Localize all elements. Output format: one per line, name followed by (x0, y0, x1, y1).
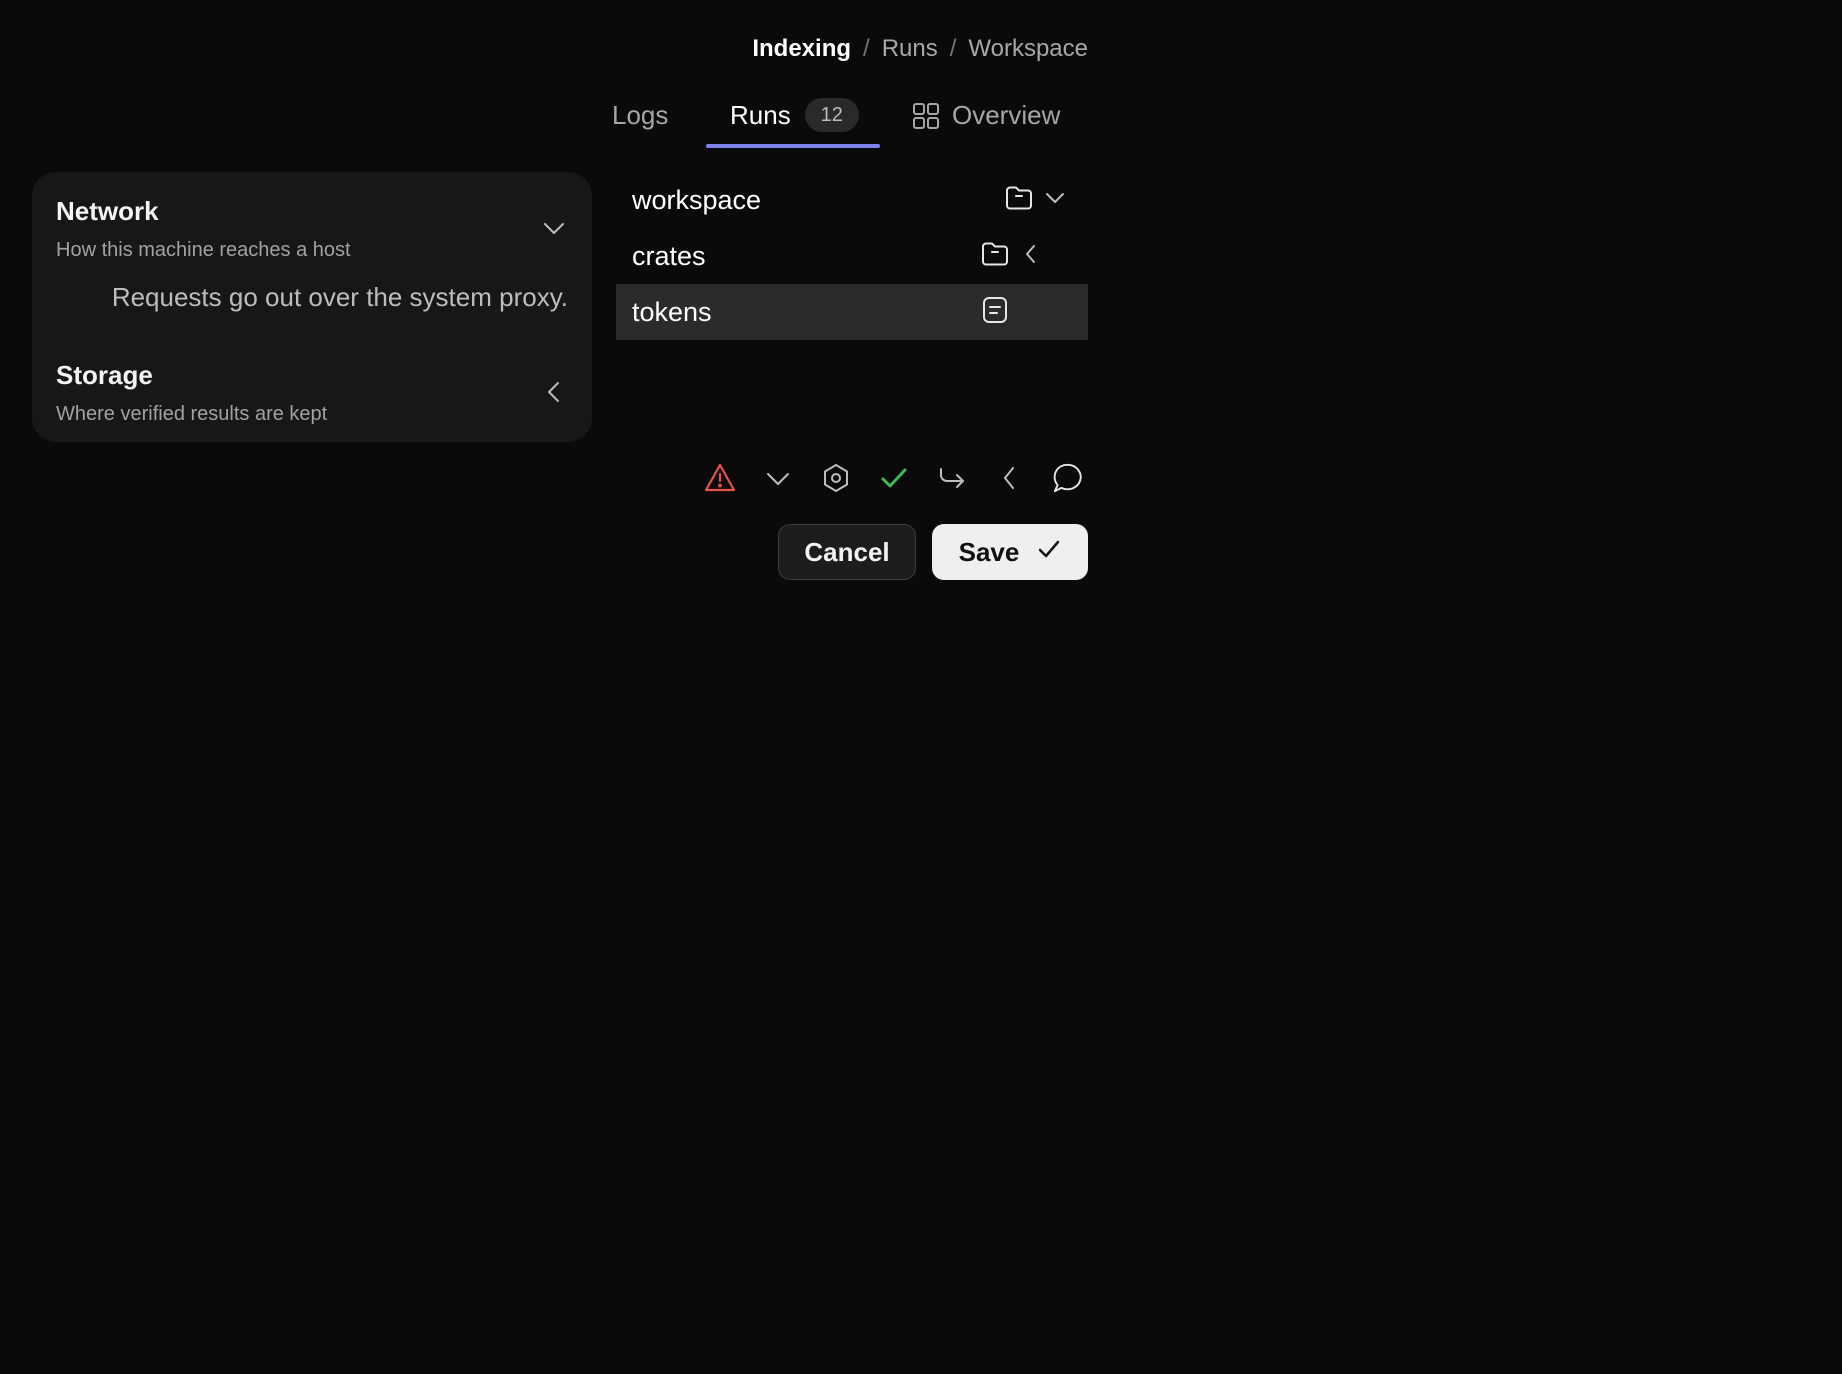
tab-overview-label: Overview (952, 100, 1061, 130)
tab-overview[interactable]: Overview (880, 92, 1060, 148)
chevron-down-icon[interactable] (762, 462, 794, 494)
icon-toolbar (704, 462, 1084, 494)
file-list: workspace crates tokens (616, 172, 1088, 340)
cancel-label: Cancel (804, 536, 890, 567)
tab-logs[interactable]: Logs (598, 92, 702, 148)
check-icon[interactable] (878, 462, 910, 494)
file-row-workspace[interactable]: workspace (616, 172, 1088, 228)
storage-section[interactable]: Storage Where verified results are kept (56, 360, 568, 426)
breadcrumb-separator: / (863, 35, 870, 62)
chevron-down-icon[interactable] (1042, 185, 1068, 216)
tab-logs-label: Logs (612, 100, 669, 130)
check-icon (1037, 537, 1061, 568)
network-title: Network (56, 196, 159, 226)
tab-bar: Logs Runs 12 Overview (598, 92, 1060, 148)
document-icon (980, 295, 1010, 330)
file-name: workspace (632, 184, 762, 215)
warning-icon[interactable] (704, 462, 736, 494)
file-row-tokens[interactable]: tokens (616, 284, 1088, 340)
breadcrumb-separator: / (949, 35, 957, 62)
chevron-left-icon[interactable] (540, 378, 568, 406)
settings-panel: Network How this machine reaches a host … (32, 172, 592, 442)
save-label: Save (958, 536, 1020, 567)
storage-subtitle: Where verified results are kept (56, 403, 328, 425)
tab-runs[interactable]: Runs 12 (702, 92, 880, 148)
grid-icon (912, 100, 940, 137)
tab-runs-label: Runs (730, 100, 791, 130)
breadcrumb-item-workspace[interactable]: Workspace (968, 35, 1088, 63)
chevron-left-icon[interactable] (994, 462, 1026, 494)
network-description: Requests go out over the system proxy. (111, 282, 568, 312)
breadcrumb-item-runs[interactable]: Runs (882, 35, 938, 63)
settings-hex-icon[interactable] (820, 462, 852, 494)
redirect-arrow-icon[interactable] (936, 462, 968, 494)
breadcrumb-item-indexing[interactable]: Indexing (752, 35, 851, 63)
breadcrumb: Indexing / Runs / Workspace (752, 32, 1088, 66)
file-name: tokens (632, 296, 712, 327)
file-row-crates[interactable]: crates (616, 228, 1088, 284)
network-section[interactable]: Network How this machine reaches a host (56, 196, 568, 262)
chevron-down-icon[interactable] (540, 214, 568, 242)
file-name: crates (632, 240, 706, 271)
cancel-button[interactable]: Cancel (778, 524, 916, 580)
runs-count-badge: 12 (804, 98, 859, 132)
folder-icon (1004, 183, 1034, 218)
folder-icon (980, 239, 1010, 274)
network-subtitle: How this machine reaches a host (56, 239, 351, 261)
save-button[interactable]: Save (932, 524, 1088, 580)
chat-bubble-icon[interactable] (1052, 462, 1084, 494)
storage-title: Storage (56, 360, 153, 390)
chevron-left-icon[interactable] (1018, 241, 1044, 272)
